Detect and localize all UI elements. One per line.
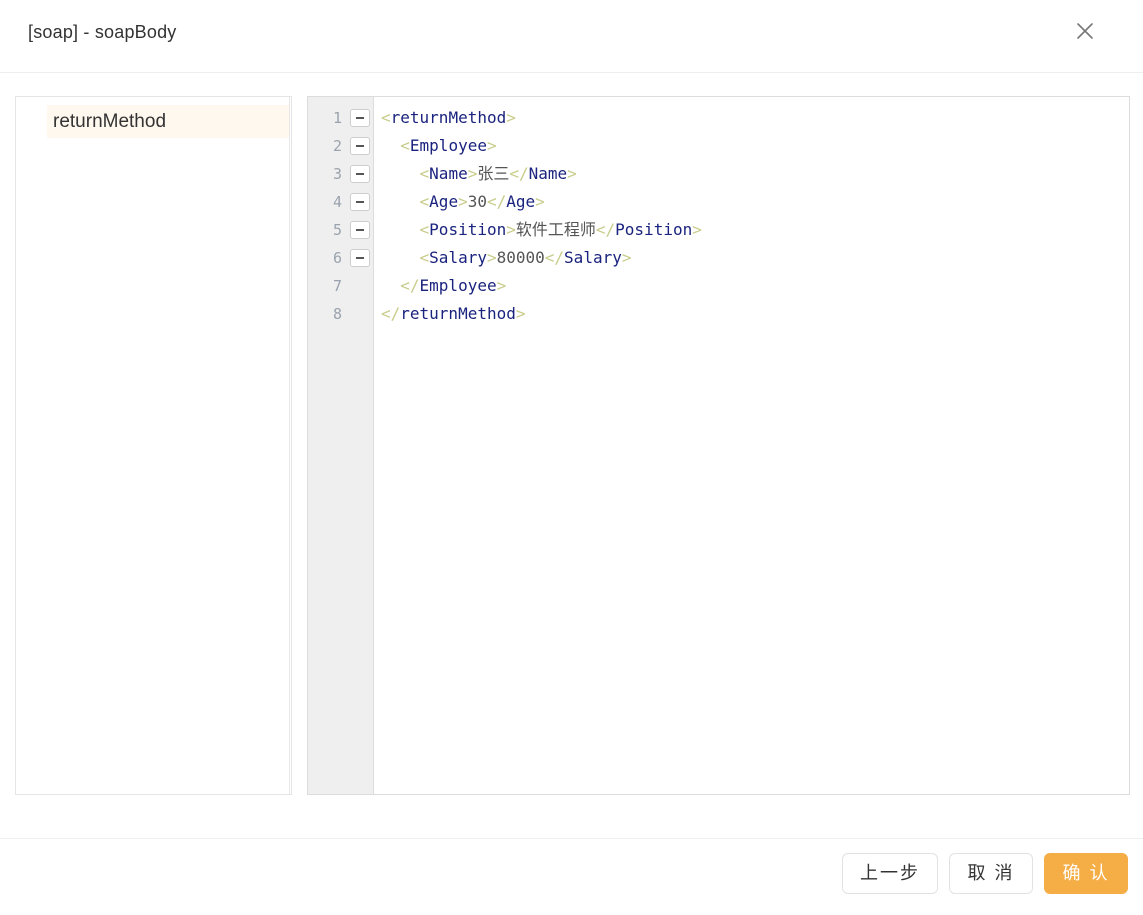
xml-bracket: < [419,164,430,183]
xml-bracket: </ [595,220,616,239]
xml-bracket: > [467,164,478,183]
tree-node-returnmethod[interactable]: returnMethod [47,105,289,138]
xml-bracket: < [419,220,430,239]
xml-tag-name: Position [615,220,693,239]
xml-text-value: 30 [467,192,487,211]
fold-toggle-button[interactable] [350,109,370,127]
xml-tag-name: returnMethod [400,304,516,323]
xml-tag-name: Position [429,220,507,239]
xml-text-value: 软件工程师 [515,220,596,239]
xml-tag-name: Name [429,164,468,183]
code-line: </returnMethod> [381,300,526,328]
xml-bracket: </ [486,192,507,211]
code-line: <Salary>80000</Salary> [381,244,632,272]
code-line: <Position>软件工程师</Position> [381,216,702,244]
fold-toggle-button[interactable] [350,221,370,239]
xml-bracket: > [496,276,507,295]
confirm-button[interactable]: 确 认 [1044,853,1128,894]
xml-bracket: </ [400,276,420,295]
xml-tag-name: Age [506,192,536,211]
xml-tag-name: Employee [419,276,497,295]
xml-bracket: </ [509,164,529,183]
xml-text-value: 张三 [477,164,510,183]
dialog-footer: 上一步 取 消 确 认 [0,838,1143,915]
code-line: <Age>30</Age> [381,188,545,216]
line-number: 6 [332,249,342,267]
line-number: 3 [332,165,342,183]
line-number: 1 [332,109,342,127]
xml-tag-name: returnMethod [390,108,507,127]
dialog-header: [soap] - soapBody [0,0,1143,73]
xml-tag-name: Age [429,192,459,211]
xml-bracket: > [535,192,545,211]
xml-bracket: > [458,192,468,211]
xml-bracket: </ [381,304,401,323]
line-number: 2 [332,137,342,155]
close-button[interactable] [1072,18,1098,44]
xml-code-editor[interactable]: 12345678 <returnMethod> <Employee> <Name… [307,96,1130,795]
line-number: 7 [332,277,342,295]
code-line: <Name>张三</Name> [381,160,577,188]
dialog-title: [soap] - soapBody [28,22,177,42]
soap-body-dialog: [soap] - soapBody returnMethod 12345678 … [0,0,1143,915]
line-number: 8 [332,305,342,323]
editor-code-area[interactable]: <returnMethod> <Employee> <Name>张三</Name… [375,97,1129,794]
tree-panel-divider [289,97,290,794]
xml-tag-name: Salary [564,248,622,267]
xml-bracket: < [381,108,391,127]
close-icon [1077,23,1093,39]
fold-toggle-button[interactable] [350,193,370,211]
xml-bracket: > [486,136,497,155]
xml-bracket: > [486,248,497,267]
node-tree-panel: returnMethod [15,96,292,795]
code-line: </Employee> [381,272,506,300]
previous-step-button[interactable]: 上一步 [842,853,938,894]
xml-bracket: > [506,108,516,127]
xml-bracket: > [621,248,632,267]
cancel-button[interactable]: 取 消 [949,853,1033,894]
xml-bracket: > [515,304,526,323]
xml-tag-name: Salary [429,248,487,267]
xml-text-value: 80000 [496,248,545,267]
line-number: 4 [332,193,342,211]
xml-bracket: < [400,136,410,155]
editor-gutter: 1 2 3 4 5 6 7 8 [308,97,374,794]
xml-tag-name: Employee [409,136,487,155]
fold-toggle-button[interactable] [350,249,370,267]
fold-toggle-button[interactable] [350,165,370,183]
xml-bracket: </ [544,248,565,267]
xml-bracket: > [506,220,516,239]
fold-toggle-button[interactable] [350,137,370,155]
xml-bracket: < [419,248,430,267]
code-line: <returnMethod> [381,104,516,132]
line-number: 5 [332,221,342,239]
xml-bracket: > [692,220,702,239]
xml-tag-name: Name [528,164,568,183]
xml-bracket: > [567,164,577,183]
code-line: <Employee> [381,132,497,160]
xml-bracket: < [419,192,430,211]
